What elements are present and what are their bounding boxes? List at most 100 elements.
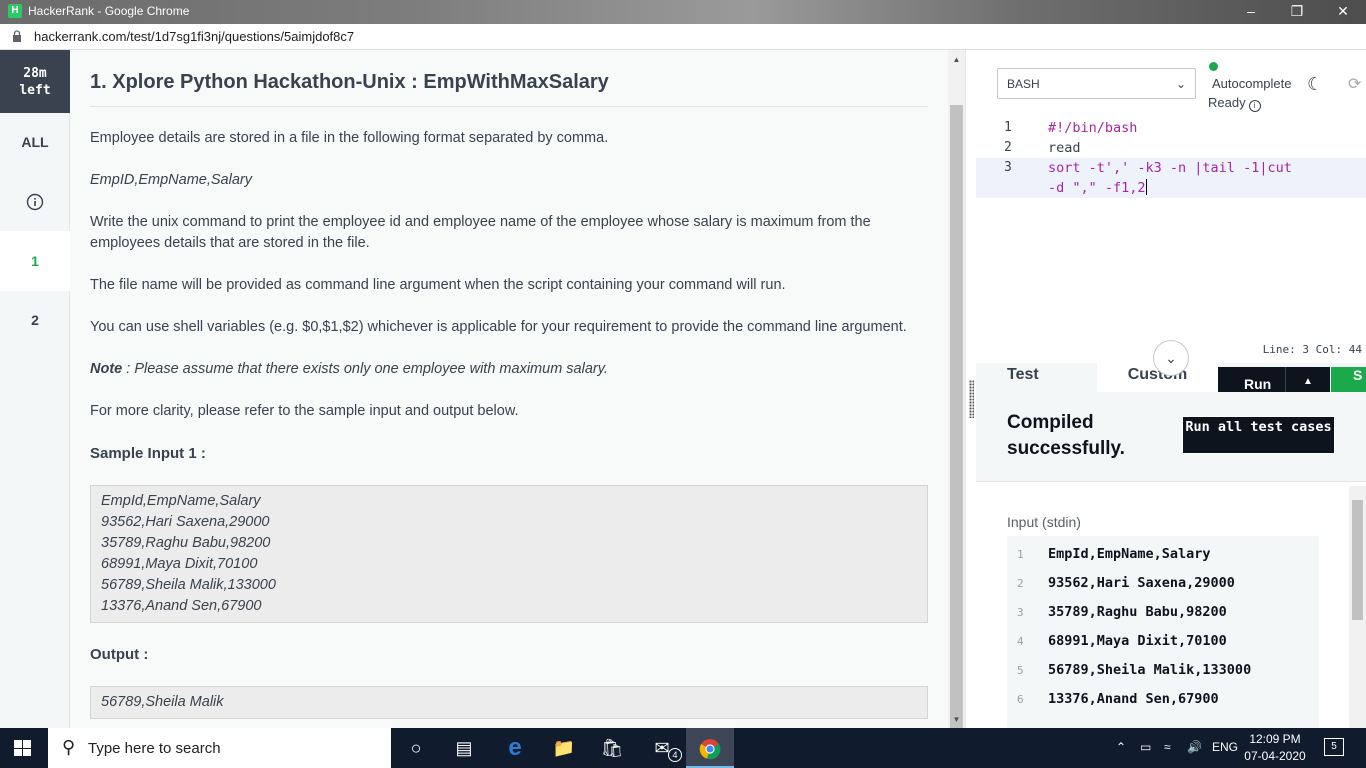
windows-start-icon[interactable] (14, 740, 31, 756)
run-label: Run (1244, 376, 1272, 392)
row-text: 35789,Raghu Babu,98200 (1048, 604, 1227, 620)
task-view-icon[interactable]: ▤ (440, 728, 488, 768)
code-text[interactable]: read (1048, 138, 1081, 158)
stdin-row: 5 56789,Sheila Malik,133000 (1007, 656, 1319, 685)
show-hidden-icons-chevron-icon[interactable]: ⌃ (1116, 740, 1126, 754)
history-icon[interactable]: ⟳ (1348, 74, 1361, 94)
close-icon[interactable]: ✕ (1320, 0, 1366, 24)
code-text-wrapped[interactable]: -d "," -f1,2 (1048, 180, 1146, 196)
row-number: 5 (1017, 664, 1024, 677)
cursor-position: Line: 3 Col: 44 (1262, 343, 1362, 356)
volume-icon[interactable]: 🔊 (1187, 740, 1202, 754)
code-line[interactable]: -d "," -f1,2 (976, 178, 1366, 198)
line-number: 1 (1004, 120, 1012, 135)
sidebar-item-question-1[interactable]: 1 (0, 231, 70, 291)
sample-input-box: EmpId,EmpName,Salary 93562,Hari Saxena,2… (90, 485, 928, 623)
sidebar-item-info[interactable] (0, 172, 70, 230)
code-text[interactable]: sort -t',' -k3 -n |tail -1|cut (1048, 158, 1292, 178)
chrome-logo (699, 739, 721, 760)
drag-handle-icon[interactable] (969, 380, 974, 418)
collapse-chevron-icon[interactable]: ⌄ (1153, 340, 1189, 376)
scroll-up-arrow-icon[interactable]: ▲ (948, 52, 965, 67)
wifi-icon[interactable]: ≈ (1164, 740, 1171, 754)
run-all-test-cases-button[interactable]: Run all test cases (1182, 416, 1335, 454)
sample-input-line: 56789,Sheila Malik,133000 (101, 577, 276, 593)
line-number: 2 (1004, 140, 1012, 155)
code-line[interactable]: 1 #!/bin/bash (976, 118, 1366, 138)
taskbar-clock[interactable]: 12:09 PM 07-04-2020 (1240, 731, 1310, 765)
window-title: HackerRank - Google Chrome (28, 4, 190, 18)
battery-icon[interactable]: ▭ (1140, 740, 1151, 754)
sample-input-line: 68991,Maya Dixit,70100 (101, 556, 258, 572)
search-icon: ⚲ (62, 737, 76, 757)
tab-test[interactable]: Test (1007, 363, 1039, 392)
input-language[interactable]: ENG (1212, 740, 1238, 754)
edge-browser-icon[interactable]: e (491, 728, 539, 768)
code-line[interactable]: 3 sort -t',' -k3 -n |tail -1|cut (976, 158, 1366, 178)
address-bar[interactable]: hackerrank.com/test/1d7sg1fi3nj/question… (0, 24, 1366, 50)
row-number: 2 (1017, 577, 1024, 590)
line-number: 3 (1004, 160, 1012, 175)
problem-paragraph: Write the unix command to print the empl… (90, 214, 871, 251)
notification-center-icon[interactable]: 5 (1324, 738, 1344, 756)
run-button[interactable]: Run ▲ (1218, 367, 1330, 392)
code-line[interactable]: 2 read (976, 138, 1366, 158)
submit-button[interactable]: S (1331, 367, 1366, 392)
sidebar-item-question-2[interactable]: 2 (0, 291, 70, 349)
scroll-down-arrow-icon[interactable]: ▼ (948, 712, 965, 727)
stdin-box: 1 EmpId,EmpName,Salary 2 93562,Hari Saxena… (1007, 536, 1319, 728)
stdin-row: 6 13376,Anand Sen,67900 (1007, 685, 1319, 714)
minimize-icon[interactable]: – (1228, 0, 1274, 24)
panel-splitter[interactable] (965, 50, 976, 728)
stdin-row: 1 EmpId,EmpName,Salary (1007, 540, 1319, 569)
status-dot-icon (1209, 62, 1218, 71)
output-heading: Output : (90, 646, 149, 663)
clock-date: 07-04-2020 (1244, 749, 1306, 763)
clock-time: 12:09 PM (1249, 732, 1301, 746)
autocomplete-toggle[interactable]: Autocomplete (1212, 76, 1292, 91)
sidebar-item-all[interactable]: ALL (0, 113, 70, 171)
row-number: 3 (1017, 606, 1024, 619)
code-text[interactable]: #!/bin/bash (1048, 118, 1137, 138)
note-label: Note (90, 361, 123, 377)
dark-mode-moon-icon[interactable]: ☾ (1307, 74, 1323, 95)
url-text[interactable]: hackerrank.com/test/1d7sg1fi3nj/question… (34, 29, 354, 44)
ready-status: Ready i (1208, 95, 1261, 112)
problem-scrollbar[interactable]: ▲ ▼ (948, 50, 965, 733)
row-number: 1 (1017, 548, 1024, 561)
stdin-label: Input (stdin) (1007, 514, 1081, 530)
restore-icon[interactable]: ❐ (1274, 0, 1320, 24)
row-text: 13376,Anand Sen,67900 (1048, 691, 1219, 707)
stdin-row: 2 93562,Hari Saxena,29000 (1007, 569, 1319, 598)
scrollbar-thumb[interactable] (950, 105, 963, 733)
taskbar-search-box[interactable]: ⚲ Type here to search (48, 728, 391, 768)
row-text: 56789,Sheila Malik,133000 (1048, 662, 1252, 678)
chrome-icon[interactable] (686, 728, 734, 768)
store-icon[interactable]: 🛍 (588, 728, 636, 768)
language-value: BASH (1007, 77, 1040, 91)
sample-input-line: EmpId,EmpName,Salary (101, 493, 261, 509)
row-text: 68991,Maya Dixit,70100 (1048, 633, 1227, 649)
problem-paragraph: For more clarity, please refer to the sa… (90, 403, 519, 419)
row-text: 93562,Hari Saxena,29000 (1048, 575, 1235, 591)
code-editor-panel: BASH ⌄ Autocomplete Ready i ☾ ⟳ 1 #!/bin/… (976, 50, 1366, 376)
mail-icon[interactable]: ✉ 4 (638, 728, 686, 768)
problem-paragraph: You can use shell variables (e.g. $0,$1,… (90, 319, 907, 335)
title-divider (90, 106, 928, 107)
code-text[interactable]: -d "," -f1,2 (1048, 178, 1147, 198)
scrollbar-thumb[interactable] (1352, 500, 1363, 620)
sample-input-line: 35789,Raghu Babu,98200 (101, 535, 271, 551)
problem-paragraph: Employee details are stored in a file in… (90, 130, 609, 146)
stdin-section: Input (stdin) 1 EmpId,EmpName,Salary 2 935… (976, 481, 1366, 728)
problem-paragraph: The file name will be provided as comman… (90, 277, 786, 293)
search-placeholder[interactable]: Type here to search (88, 740, 221, 757)
language-select[interactable]: BASH ⌄ (997, 68, 1196, 99)
run-options-caret-icon[interactable]: ▲ (1285, 367, 1330, 392)
chevron-down-icon: ⌄ (1175, 77, 1186, 91)
problem-statement-panel: 1. Xplore Python Hackathon-Unix : EmpWit… (70, 50, 950, 728)
results-scrollbar[interactable] (1349, 486, 1366, 728)
file-explorer-icon[interactable]: 📁 (540, 728, 588, 768)
cortana-icon[interactable]: ○ (392, 728, 440, 768)
info-icon[interactable]: i (1248, 100, 1261, 112)
code-area[interactable]: 1 #!/bin/bash 2 read 3 sort -t',' -k3 -n… (976, 118, 1366, 198)
